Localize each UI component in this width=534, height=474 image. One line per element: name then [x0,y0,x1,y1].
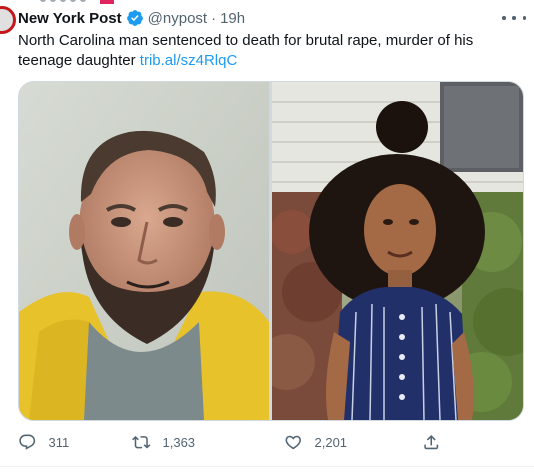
more-options-icon[interactable] [502,10,526,26]
share-button[interactable] [422,430,441,454]
timestamp[interactable]: 19h [220,10,245,27]
tweet-actions: 311 1,363 2,201 [18,430,518,454]
tweet-text: North Carolina man sentenced to death fo… [18,31,518,71]
red-fragment [100,0,114,4]
retweet-button[interactable]: 1,363 [132,430,195,454]
tweet-media[interactable] [18,81,524,421]
avatar[interactable] [0,6,16,34]
photo-girl-portrait[interactable] [272,82,523,420]
author-handle[interactable]: @nypost [148,10,207,27]
reply-icon [19,434,36,450]
like-button[interactable]: 2,201 [284,430,347,454]
previous-tweet-fragment [0,0,534,6]
like-count: 2,201 [314,434,348,450]
heart-icon [285,435,301,450]
tweet-header: New York Post @nypost · 19h [18,8,245,28]
verified-badge-icon [126,10,143,26]
separator-dot: · [211,9,217,27]
retweet-count: 1,363 [162,434,196,450]
author-name[interactable]: New York Post [18,10,122,27]
retweet-icon [132,435,151,449]
mugshot-image [19,82,269,420]
truncated-text-fragment [40,0,100,4]
reply-button[interactable]: 311 [18,430,69,454]
tweet-link[interactable]: trib.al/sz4RlqC [140,52,238,69]
reply-count: 311 [48,434,70,450]
share-icon [424,434,439,449]
divider [0,466,534,467]
photo-man-mugshot[interactable] [19,82,269,420]
tweet-body: North Carolina man sentenced to death fo… [18,32,474,69]
portrait-image [272,82,523,420]
